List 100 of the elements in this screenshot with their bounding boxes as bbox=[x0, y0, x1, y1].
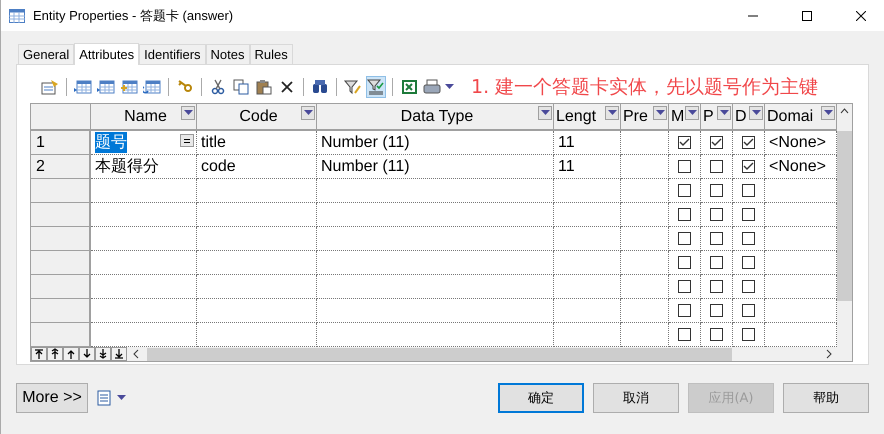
checkbox[interactable] bbox=[678, 160, 691, 173]
list-icon[interactable] bbox=[97, 390, 111, 406]
tab[interactable]: Identifiers bbox=[139, 44, 206, 64]
column-dropdown-button[interactable] bbox=[653, 106, 667, 120]
table-cell bbox=[554, 203, 621, 227]
table-cell: Number (11) bbox=[317, 131, 554, 155]
table-cell: 11 bbox=[554, 155, 621, 179]
checkbox[interactable] bbox=[710, 232, 723, 245]
equals-button[interactable] bbox=[180, 134, 194, 147]
table-cell bbox=[554, 299, 621, 323]
arrow-icon bbox=[33, 348, 45, 360]
checkbox[interactable] bbox=[742, 136, 755, 149]
row-navigation-button[interactable] bbox=[95, 347, 111, 361]
checkbox[interactable] bbox=[742, 280, 755, 293]
dialog-button[interactable]: 取消 bbox=[593, 383, 679, 413]
row-navigation-button[interactable] bbox=[31, 347, 47, 361]
checkbox[interactable] bbox=[678, 136, 691, 149]
table-cell bbox=[554, 227, 621, 251]
dropdown-icon bbox=[117, 395, 126, 401]
row-navigation-button[interactable] bbox=[111, 347, 127, 361]
vertical-scrollbar[interactable] bbox=[837, 131, 852, 347]
cut-icon bbox=[211, 78, 225, 94]
checkbox[interactable] bbox=[742, 208, 755, 221]
checkbox[interactable] bbox=[678, 232, 691, 245]
table-icon bbox=[9, 8, 25, 22]
checkbox[interactable] bbox=[678, 280, 691, 293]
checkbox[interactable] bbox=[742, 304, 755, 317]
checkbox[interactable] bbox=[710, 136, 723, 149]
checkbox[interactable] bbox=[710, 184, 723, 197]
scrollbar-thumb[interactable] bbox=[837, 131, 852, 301]
tab[interactable]: Attributes bbox=[74, 43, 140, 65]
copy-icon bbox=[233, 78, 249, 94]
checkbox[interactable] bbox=[678, 184, 691, 197]
dropdown-icon bbox=[824, 110, 832, 116]
add-row-icon bbox=[97, 78, 115, 94]
column-dropdown-button[interactable] bbox=[821, 106, 835, 120]
table-cell: title bbox=[197, 131, 317, 155]
annotation-text: 1. 建一个答题卡实体，先以题号作为主键 bbox=[471, 74, 818, 100]
checkbox[interactable] bbox=[742, 160, 755, 173]
checkbox[interactable] bbox=[678, 208, 691, 221]
checkbox[interactable] bbox=[742, 328, 755, 341]
arrow-icon bbox=[49, 348, 61, 360]
column-dropdown-button[interactable] bbox=[717, 106, 731, 120]
filter-icon bbox=[344, 78, 362, 94]
column-dropdown-button[interactable] bbox=[181, 106, 195, 120]
checkbox[interactable] bbox=[710, 328, 723, 341]
dialog-button[interactable]: 帮助 bbox=[783, 383, 869, 413]
dropdown-icon bbox=[304, 110, 312, 116]
table-cell: code bbox=[197, 155, 317, 179]
scrollbar-thumb[interactable] bbox=[147, 348, 732, 360]
arrow-icon bbox=[65, 348, 77, 360]
dropdown-icon bbox=[752, 110, 760, 116]
check-icon bbox=[679, 138, 690, 147]
arrow-icon bbox=[81, 348, 93, 360]
maximize-icon[interactable] bbox=[802, 10, 812, 20]
checkbox[interactable] bbox=[742, 232, 755, 245]
checkbox[interactable] bbox=[742, 256, 755, 269]
checkbox[interactable] bbox=[678, 304, 691, 317]
checkbox[interactable] bbox=[710, 256, 723, 269]
checkbox[interactable] bbox=[742, 184, 755, 197]
column-dropdown-button[interactable] bbox=[749, 106, 763, 120]
column-dropdown-button[interactable] bbox=[301, 106, 315, 120]
window-title: Entity Properties - 答题卡 (answer) bbox=[33, 6, 234, 24]
horizontal-scrollbar[interactable] bbox=[31, 347, 852, 361]
checkbox[interactable] bbox=[710, 208, 723, 221]
checkbox[interactable] bbox=[710, 304, 723, 317]
checkbox[interactable] bbox=[678, 328, 691, 341]
paste-icon bbox=[256, 78, 272, 94]
row-navigation-button[interactable] bbox=[63, 347, 79, 361]
filter-check-icon bbox=[367, 78, 385, 94]
checkbox[interactable] bbox=[710, 160, 723, 173]
row-navigation-button[interactable] bbox=[47, 347, 63, 361]
more-button[interactable]: More >> bbox=[16, 383, 88, 413]
table-cell bbox=[554, 251, 621, 275]
insert-row-icon bbox=[74, 78, 92, 94]
tab[interactable]: General bbox=[18, 44, 74, 64]
checkbox[interactable] bbox=[678, 256, 691, 269]
row-header[interactable]: 1 bbox=[31, 131, 91, 155]
check-icon bbox=[743, 138, 754, 147]
tab[interactable]: Rules bbox=[250, 44, 293, 64]
dropdown-icon bbox=[540, 110, 550, 116]
checkbox[interactable] bbox=[710, 280, 723, 293]
add-rows-icon bbox=[120, 78, 138, 94]
table-cell: 题号 bbox=[95, 132, 127, 153]
column-dropdown-button[interactable] bbox=[605, 106, 619, 120]
dropdown-icon bbox=[688, 110, 696, 116]
dialog-button[interactable]: 确定 bbox=[498, 383, 584, 413]
dropdown-icon bbox=[720, 110, 728, 116]
equals-icon bbox=[184, 138, 190, 142]
row-navigation-button[interactable] bbox=[79, 347, 95, 361]
arrow-icon bbox=[97, 348, 109, 360]
close-icon[interactable] bbox=[856, 10, 866, 20]
column-dropdown-button[interactable] bbox=[685, 106, 699, 120]
check-icon bbox=[743, 162, 754, 171]
row-header[interactable]: 2 bbox=[31, 155, 91, 179]
tab[interactable]: Notes bbox=[206, 44, 250, 64]
column-dropdown-button[interactable] bbox=[538, 106, 552, 120]
check-icon bbox=[711, 138, 722, 147]
properties-icon bbox=[41, 78, 59, 94]
dropdown-icon bbox=[445, 84, 454, 90]
